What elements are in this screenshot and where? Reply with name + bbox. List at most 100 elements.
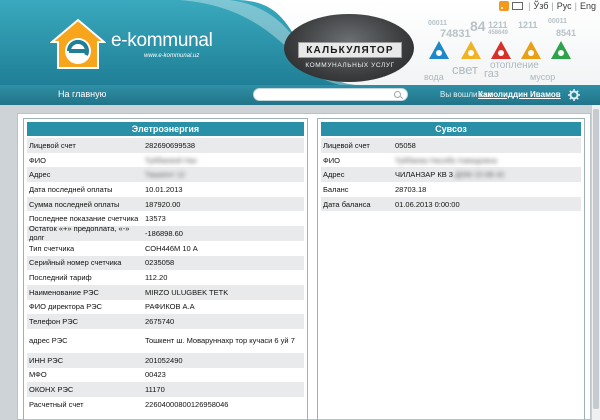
water-table: Лицевой счет 05058 ФИО Туйбаева Насиба Хами…	[321, 138, 581, 212]
row-label: ОКОНХ РЭС	[29, 385, 74, 395]
row-value: -186898.60	[145, 228, 183, 238]
gas-icon[interactable]	[490, 40, 512, 60]
row-label: Баланс	[323, 184, 349, 194]
e-kommunal-logo-icon	[50, 18, 106, 69]
row-label: ФИО	[29, 155, 46, 165]
row-label: Последнее показание счетчика	[29, 214, 139, 224]
water-icon[interactable]	[428, 40, 450, 60]
row-value: 2675740	[145, 317, 175, 327]
brand-name: e-kommunal	[111, 30, 213, 51]
lang-ru-link[interactable]: Рус	[557, 1, 572, 11]
row-label: Сумма последней оплаты	[29, 199, 120, 209]
decor-word-water: вода	[424, 72, 444, 82]
row-value: 0235058	[145, 258, 175, 268]
row-label: ФИО	[323, 155, 340, 165]
table-row: Тип счетчика СОН446М 10 А	[27, 240, 304, 256]
table-row: Адрес ЧИЛАНЗАР КВ 3 ДОМ 15 КВ 42	[321, 167, 581, 183]
table-row: Остаток «+» предоплата, «-» долг -186898.…	[27, 224, 304, 243]
water-panel-title: Сувсоз	[321, 122, 581, 136]
row-label: Остаток «+» предоплата, «-» долг	[29, 224, 130, 243]
search-box	[253, 88, 408, 105]
gear-icon[interactable]	[568, 89, 580, 101]
lang-uz-link[interactable]: Ўзб	[533, 1, 548, 11]
electricity-icon[interactable]	[460, 40, 482, 60]
row-value: 22604000800126958046	[145, 399, 229, 409]
table-row: Расчетный счет 22604000800126958046	[27, 397, 304, 412]
user-name-link[interactable]: Камолиддин Ивамов	[478, 90, 561, 99]
decor-number: 1211	[488, 20, 508, 30]
row-label: ИНН РЭС	[29, 355, 64, 365]
decor-word-garbage: мусор	[530, 72, 556, 82]
decor-word-light: свет	[452, 62, 479, 77]
row-value: 00423	[145, 370, 166, 380]
row-value-redacted: ДОМ 15 КВ 42	[454, 170, 505, 180]
row-label: Тип счетчика	[29, 243, 75, 253]
calculator-title[interactable]: КАЛЬКУЛЯТОР	[298, 42, 402, 58]
row-label: Адрес	[29, 170, 51, 180]
row-label: Лицевой счет	[323, 140, 370, 150]
decor-number: 8541	[556, 28, 577, 38]
table-row: ОКОНХ РЭС 11170	[27, 382, 304, 397]
decor-number: 00011	[428, 20, 448, 27]
page-scrollbar[interactable]	[591, 105, 600, 420]
search-icon[interactable]	[394, 91, 401, 98]
table-row: ИНН РЭС 201052490	[27, 352, 304, 368]
mail-icon[interactable]	[512, 2, 524, 10]
table-row: Баланс 28703.18	[321, 182, 581, 197]
brand-url: www.e-kommunal.uz	[144, 53, 200, 59]
lang-en-link[interactable]: Eng	[580, 1, 596, 11]
calculator-subtitle[interactable]: КОММУНАЛЬНЫХ УСЛУГ	[298, 62, 402, 69]
row-value: 112.20	[145, 273, 168, 283]
row-label: Телефон РЭС	[29, 317, 79, 327]
table-row: ФИО Туйбаевой Нас	[27, 152, 304, 168]
table-row: Серийный номер счетчика 0235058	[27, 255, 304, 271]
row-label: Адрес	[323, 170, 345, 180]
decor-number: 74831	[440, 28, 471, 40]
row-value: 01.06.2013 0:00:00	[395, 199, 460, 209]
scrollbar-thumb[interactable]	[593, 109, 599, 409]
rss-icon[interactable]	[499, 1, 510, 11]
row-value: 201052490	[145, 355, 183, 365]
language-bar: | Ўзб | Рус | Eng	[499, 1, 596, 11]
heating-icon[interactable]	[520, 40, 542, 60]
row-value: 05058	[395, 140, 416, 150]
decor-number: 458649	[488, 30, 509, 36]
table-row: ФИО Туйбаева Насиба Хамидовна	[321, 152, 581, 168]
row-value: 282690699538	[145, 140, 196, 150]
home-link[interactable]: На главную	[58, 89, 106, 99]
table-row: Последний тариф 112.20	[27, 270, 304, 285]
table-row: Лицевой счет 05058	[321, 138, 581, 153]
table-row: Телефон РЭС 2675740	[27, 314, 304, 329]
row-value-text: ЧИЛАНЗАР КВ 3	[395, 170, 453, 180]
row-label: адрес РЭС	[29, 336, 68, 346]
electricity-table: Лицевой счет 282690699538 ФИО Туйбаевой Нас…	[27, 138, 304, 412]
row-label: Последний тариф	[29, 273, 92, 283]
row-value: СОН446М 10 А	[145, 243, 198, 253]
row-value: РАФИКОВ А.А	[145, 302, 195, 312]
table-row: ФИО директора РЭС РАФИКОВ А.А	[27, 299, 304, 315]
garbage-icon[interactable]	[550, 40, 572, 60]
row-value: Ташкент 12	[145, 170, 185, 180]
search-input[interactable]	[260, 94, 390, 105]
water-panel: Сувсоз Лицевой счет 05058 ФИО Туйбаева Наси…	[317, 118, 585, 420]
row-value: ЧИЛАНЗАР КВ 3 ДОМ 15 КВ 42	[395, 170, 581, 179]
table-row: адрес РЭС Тошкент ш. Моваруннахр тор куча…	[27, 328, 304, 353]
table-row: Адрес Ташкент 12	[27, 167, 304, 183]
row-value: 10.01.2013	[145, 184, 183, 194]
row-label: Лицевой счет	[29, 140, 76, 150]
row-label: Наименование РЭС	[29, 287, 99, 297]
content-area: Элетроэнергия Лицевой счет 282690699538 ФИ…	[17, 113, 591, 420]
site-header: e-kommunal www.e-kommunal.uz | Ўзб | Рус…	[0, 0, 600, 85]
row-value: Туйбаева Насиба Хамидовна	[395, 155, 497, 165]
nav-bar: На главную Вы вошли как: Камолиддин Ивам…	[0, 85, 600, 105]
table-row: Лицевой счет 282690699538	[27, 138, 304, 153]
decor-number: 1211	[518, 20, 538, 30]
row-label: Серийный номер счетчика	[29, 258, 122, 268]
row-label: ФИО директора РЭС	[29, 302, 103, 312]
decor-number: 00011	[548, 18, 568, 25]
decor-word-heating: отопление	[490, 60, 539, 71]
table-row: МФО 00423	[27, 367, 304, 383]
row-value: 28703.18	[395, 184, 427, 194]
table-row: Дата баланса 01.06.2013 0:00:00	[321, 196, 581, 212]
electricity-panel-title: Элетроэнергия	[27, 122, 304, 136]
